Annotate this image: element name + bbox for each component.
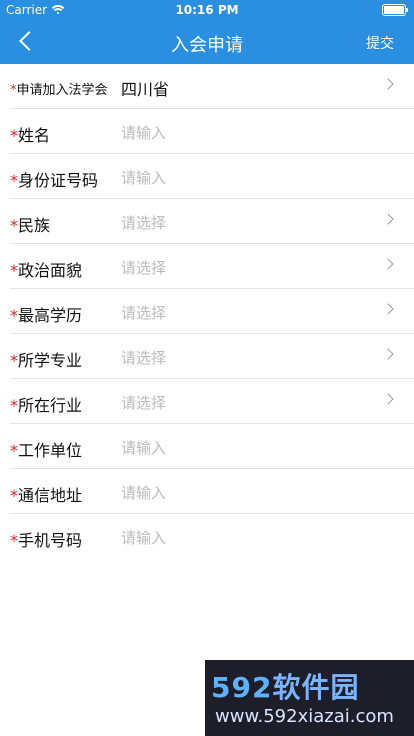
required-mark: * bbox=[10, 531, 18, 550]
education-select[interactable]: 请选择 bbox=[121, 302, 166, 323]
chevron-right-icon bbox=[382, 78, 394, 90]
chevron-right-icon bbox=[382, 213, 394, 225]
page-title: 入会申请 bbox=[171, 35, 243, 56]
required-mark: * bbox=[10, 171, 18, 190]
employer-input[interactable]: 请输入 bbox=[121, 437, 166, 458]
status-time: 10:16 PM bbox=[175, 3, 239, 17]
chevron-right-icon bbox=[382, 258, 394, 270]
row-ethnicity[interactable]: *民族 请选择 bbox=[10, 199, 414, 244]
row-label: *身份证号码 bbox=[10, 167, 98, 191]
row-employer[interactable]: *工作单位 请输入 bbox=[10, 424, 414, 469]
required-mark: * bbox=[10, 216, 18, 235]
phone-input[interactable]: 请输入 bbox=[121, 527, 166, 548]
label-text: 工作单位 bbox=[18, 441, 83, 460]
required-mark: * bbox=[10, 441, 18, 460]
row-label: *政治面貌 bbox=[10, 257, 82, 281]
label-text: 民族 bbox=[18, 216, 51, 235]
row-label: *工作单位 bbox=[10, 437, 82, 461]
label-text: 手机号码 bbox=[18, 531, 83, 550]
row-label: *所在行业 bbox=[10, 392, 82, 416]
name-input[interactable]: 请输入 bbox=[121, 122, 166, 143]
row-label: *姓名 bbox=[10, 122, 50, 146]
watermark-brand-num: 592 bbox=[211, 671, 273, 704]
required-mark: * bbox=[10, 126, 18, 145]
chevron-right-icon bbox=[382, 393, 394, 405]
political-status-select[interactable]: 请选择 bbox=[121, 257, 166, 278]
label-text: 所学专业 bbox=[18, 351, 83, 370]
application-form: *申请加入法学会 四川省 *姓名 请输入 *身份证号码 请输入 *民族 请选择 … bbox=[0, 64, 414, 558]
row-name[interactable]: *姓名 请输入 bbox=[10, 109, 414, 154]
required-mark: * bbox=[10, 306, 18, 325]
row-label: *申请加入法学会 bbox=[10, 79, 108, 98]
row-political-status[interactable]: *政治面貌 请选择 bbox=[10, 244, 414, 289]
row-label: *所学专业 bbox=[10, 347, 82, 371]
required-mark: * bbox=[10, 351, 18, 370]
required-mark: * bbox=[10, 396, 18, 415]
industry-select[interactable]: 请选择 bbox=[121, 392, 166, 413]
ethnicity-select[interactable]: 请选择 bbox=[121, 212, 166, 233]
row-label: *最高学历 bbox=[10, 302, 82, 326]
watermark: 592软件园 www.592xiazai.com bbox=[205, 660, 414, 736]
address-input[interactable]: 请输入 bbox=[121, 482, 166, 503]
label-text: 身份证号码 bbox=[18, 171, 99, 190]
row-industry[interactable]: *所在行业 请选择 bbox=[10, 379, 414, 424]
battery-icon bbox=[382, 4, 408, 16]
law-society-value[interactable]: 四川省 bbox=[121, 76, 169, 100]
id-number-input[interactable]: 请输入 bbox=[121, 167, 166, 188]
nav-bar: 入会申请 提交 bbox=[0, 20, 414, 64]
label-text: 政治面貌 bbox=[18, 261, 83, 280]
required-mark: * bbox=[10, 486, 18, 505]
chevron-right-icon bbox=[382, 348, 394, 360]
major-select[interactable]: 请选择 bbox=[121, 347, 166, 368]
required-mark: * bbox=[10, 261, 18, 280]
row-label: *通信地址 bbox=[10, 482, 82, 506]
row-law-society[interactable]: *申请加入法学会 四川省 bbox=[10, 64, 414, 109]
label-text: 通信地址 bbox=[18, 486, 83, 505]
submit-button[interactable]: 提交 bbox=[366, 33, 394, 53]
row-address[interactable]: *通信地址 请输入 bbox=[10, 469, 414, 514]
label-text: 姓名 bbox=[18, 126, 51, 145]
status-bar: Carrier 10:16 PM bbox=[0, 0, 414, 20]
watermark-brand: 592软件园 bbox=[211, 666, 359, 706]
watermark-url: www.592xiazai.com bbox=[215, 706, 394, 727]
row-label: *手机号码 bbox=[10, 527, 82, 551]
row-education[interactable]: *最高学历 请选择 bbox=[10, 289, 414, 334]
watermark-brand-text: 软件园 bbox=[272, 671, 360, 704]
chevron-right-icon bbox=[382, 303, 394, 315]
row-label: *民族 bbox=[10, 212, 50, 236]
label-text: 申请加入法学会 bbox=[16, 83, 108, 98]
row-id-number[interactable]: *身份证号码 请输入 bbox=[10, 154, 414, 199]
row-phone[interactable]: *手机号码 请输入 bbox=[10, 514, 414, 558]
label-text: 所在行业 bbox=[18, 396, 83, 415]
label-text: 最高学历 bbox=[18, 306, 83, 325]
row-major[interactable]: *所学专业 请选择 bbox=[10, 334, 414, 379]
